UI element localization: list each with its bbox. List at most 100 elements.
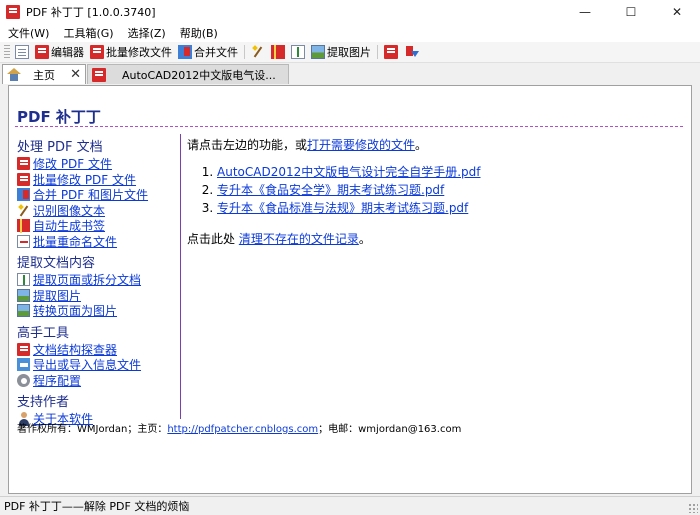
structure-explorer-link[interactable]: 文档结构探查器 <box>33 341 117 358</box>
modify-pdf-link[interactable]: 修改 PDF 文件 <box>33 155 112 172</box>
section-title: 处理 PDF 文档 <box>17 140 103 155</box>
batch-rename-link[interactable]: 批量重命名文件 <box>33 233 117 250</box>
pdf-icon <box>17 342 30 356</box>
recent-files-list: AutoCAD2012中文版电气设计完全自学手册.pdf 专升本《食品安全学》期… <box>187 163 677 216</box>
menu-file[interactable]: 文件(W) <box>0 25 56 41</box>
list-item[interactable]: 合并 PDF 和图片文件 <box>17 187 177 203</box>
list-item: 专升本《食品安全学》期末考试练习题.pdf <box>217 181 677 198</box>
list-item[interactable]: 文档结构探查器 <box>17 342 177 358</box>
list-item[interactable]: 导出或导入信息文件 <box>17 357 177 373</box>
extract-images-label: 提取图片 <box>327 46 371 59</box>
recent-file-link[interactable]: 专升本《食品标准与法规》期末考试练习题.pdf <box>217 201 468 215</box>
pdf-icon <box>35 45 49 59</box>
open-folder-icon <box>15 45 29 59</box>
menu-select[interactable]: 选择(Z) <box>121 25 173 41</box>
copyright-line: 著作权所有：WMJordan；主页：http://pdfpatcher.cnbl… <box>17 420 461 435</box>
recent-file-link[interactable]: 专升本《食品安全学》期末考试练习题.pdf <box>217 183 444 197</box>
split-button[interactable] <box>288 43 308 61</box>
toolbar: 编辑器 批量修改文件 合并文件 提取图片 <box>0 42 700 63</box>
cleanup-text: 点击此处 清理不存在的文件记录。 <box>187 230 677 247</box>
page-title: PDF 补丁丁 <box>17 108 101 126</box>
minimize-button[interactable]: — <box>562 0 608 24</box>
gear-icon <box>17 373 30 387</box>
render-pages-link[interactable]: 转换页面为图片 <box>33 302 117 319</box>
recent-file-link[interactable]: AutoCAD2012中文版电气设计完全自学手册.pdf <box>217 165 481 179</box>
home-page: PDF 补丁丁 处理 PDF 文档 修改 PDF 文件 批量修改 PDF 文件 … <box>8 85 692 494</box>
tab-home[interactable]: 主页 ✕ <box>2 64 86 84</box>
copyright-prefix: 著作权所有：WMJordan；主页： <box>17 424 168 435</box>
tab-document[interactable]: AutoCAD2012中文版电气设... <box>87 64 289 84</box>
list-item[interactable]: 修改 PDF 文件 <box>17 156 177 172</box>
wand-icon <box>251 45 265 59</box>
menu-bar: 文件(W) 工具箱(G) 选择(Z) 帮助(B) <box>0 24 700 42</box>
close-tab-icon[interactable]: ✕ <box>70 67 81 82</box>
open-file-button[interactable] <box>12 43 32 61</box>
editor-button[interactable]: 编辑器 <box>32 43 87 61</box>
rename-icon <box>17 234 30 248</box>
convert-button[interactable] <box>381 43 401 61</box>
email-text: wmjordan@163.com <box>358 424 462 435</box>
list-item[interactable]: 自动生成书签 <box>17 218 177 234</box>
section-title: 高手工具 <box>17 325 70 341</box>
app-config-link[interactable]: 程序配置 <box>33 372 81 389</box>
menu-toolbox[interactable]: 工具箱(G) <box>56 25 120 41</box>
column-divider <box>180 134 181 419</box>
list-item[interactable]: 程序配置 <box>17 373 177 389</box>
merge-icon <box>178 45 192 59</box>
intro-suffix: 。 <box>415 138 428 152</box>
recent-panel: 请点击左边的功能，或打开需要修改的文件。 AutoCAD2012中文版电气设计完… <box>187 134 677 247</box>
export-info-link[interactable]: 导出或导入信息文件 <box>33 356 141 373</box>
extract-images-button[interactable]: 提取图片 <box>308 43 374 61</box>
download-icon <box>404 45 419 59</box>
image-icon <box>17 304 30 318</box>
cleanup-link[interactable]: 清理不存在的文件记录 <box>239 232 359 246</box>
cleanup-prefix: 点击此处 <box>187 232 239 246</box>
merge-link[interactable]: 合并 PDF 和图片文件 <box>33 186 148 203</box>
list-item[interactable]: 批量修改 PDF 文件 <box>17 172 177 188</box>
status-text: PDF 补丁丁——解除 PDF 文档的烦恼 <box>4 500 190 513</box>
list-item[interactable]: 批量重命名文件 <box>17 234 177 250</box>
menu-help[interactable]: 帮助(B) <box>173 25 225 41</box>
merge-icon <box>17 188 30 202</box>
extract-images-link[interactable]: 提取图片 <box>33 287 81 304</box>
list-item[interactable]: 提取图片 <box>17 288 177 304</box>
function-list: 处理 PDF 文档 修改 PDF 文件 批量修改 PDF 文件 合并 PDF 和… <box>17 134 177 427</box>
pdf-icon <box>17 172 30 186</box>
export-icon <box>17 358 30 372</box>
intro-prefix: 请点击左边的功能，或 <box>187 138 308 152</box>
homepage-link[interactable]: http://pdfpatcher.cnblogs.com <box>167 424 318 435</box>
bookmark-icon <box>271 45 285 59</box>
section-title: 支持作者 <box>17 395 70 410</box>
window-controls: — ☐ ✕ <box>562 0 700 24</box>
section-title: 提取文档内容 <box>17 256 96 271</box>
batch-modify-link[interactable]: 批量修改 PDF 文件 <box>33 171 136 188</box>
download-button[interactable] <box>401 43 421 61</box>
wand-icon <box>17 204 30 217</box>
image-icon <box>17 288 30 302</box>
extract-pages-link[interactable]: 提取页面或拆分文档 <box>33 271 141 288</box>
ocr-link[interactable]: 识别图像文本 <box>33 202 105 219</box>
list-item[interactable]: 转换页面为图片 <box>17 303 177 319</box>
editor-label: 编辑器 <box>51 46 84 59</box>
cleanup-suffix: 。 <box>358 232 371 246</box>
toolbar-grip[interactable] <box>4 45 10 59</box>
list-item: 专升本《食品标准与法规》期末考试练习题.pdf <box>217 199 677 216</box>
email-prefix: ；电邮： <box>318 424 359 435</box>
toolbar-separator <box>244 45 245 59</box>
open-file-link[interactable]: 打开需要修改的文件 <box>307 138 415 152</box>
app-logo-icon <box>6 5 20 19</box>
resize-grip[interactable] <box>688 503 698 513</box>
merge-button[interactable]: 合并文件 <box>175 43 241 61</box>
bookmark-button[interactable] <box>268 43 288 61</box>
pdf-icon <box>384 45 398 59</box>
bookmark-icon <box>17 219 30 234</box>
intro-text: 请点击左边的功能，或打开需要修改的文件。 <box>187 136 677 153</box>
ocr-button[interactable] <box>248 43 268 61</box>
close-window-button[interactable]: ✕ <box>654 0 700 24</box>
maximize-button[interactable]: ☐ <box>608 0 654 24</box>
auto-bookmark-link[interactable]: 自动生成书签 <box>33 217 105 234</box>
list-item[interactable]: 识别图像文本 <box>17 203 177 219</box>
merge-label: 合并文件 <box>194 46 238 59</box>
list-item[interactable]: 提取页面或拆分文档 <box>17 272 177 288</box>
batch-modify-button[interactable]: 批量修改文件 <box>87 43 175 61</box>
